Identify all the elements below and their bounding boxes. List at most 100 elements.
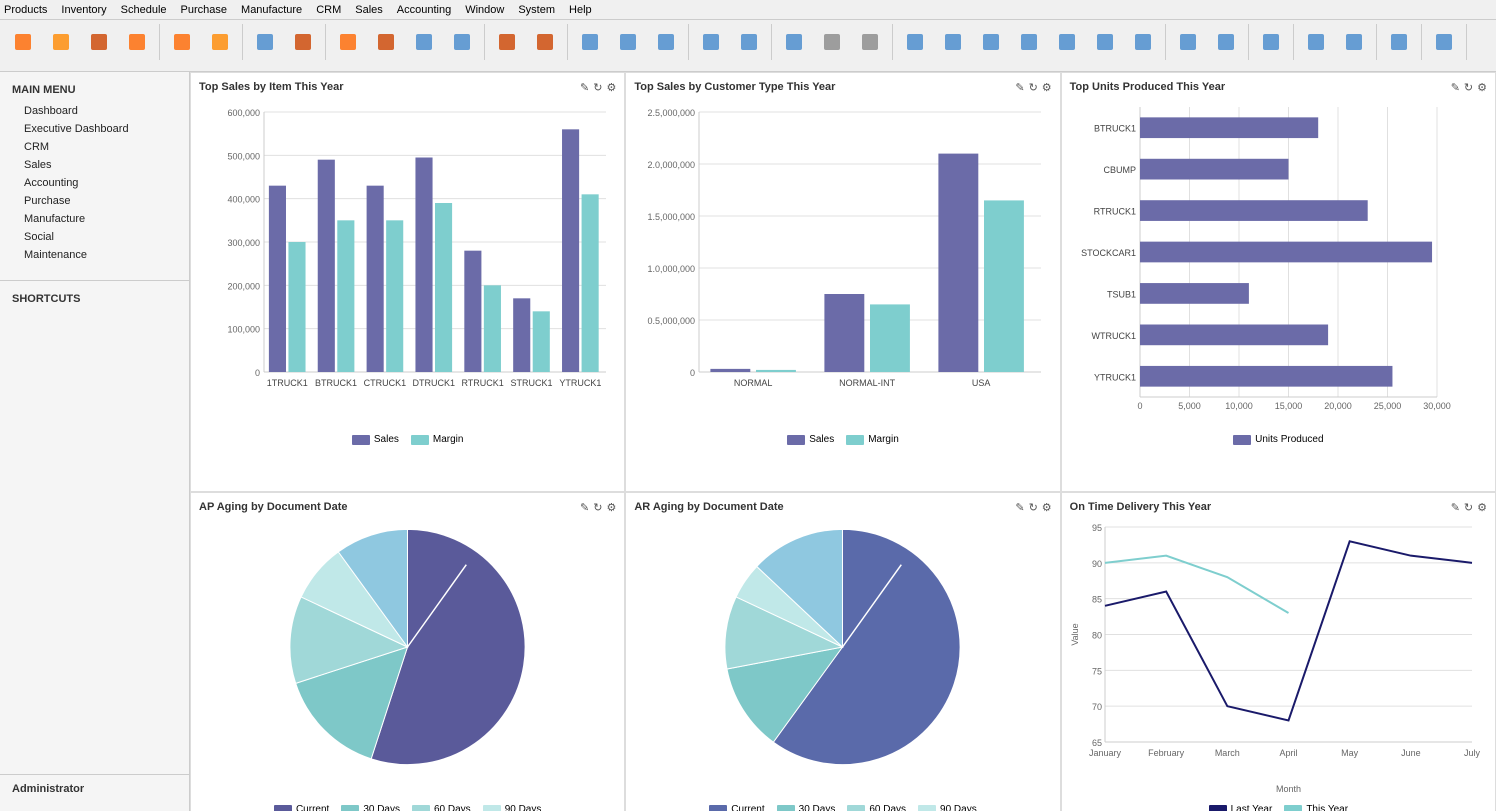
menu-item-accounting[interactable]: Accounting [397, 4, 451, 16]
edit-icon[interactable]: ✎ [580, 81, 589, 94]
refresh-icon[interactable]: ↻ [1464, 501, 1473, 514]
sidebar-item-manufacture[interactable]: Manufacture [0, 210, 189, 228]
toolbar-btn-11-0[interactable] [1298, 24, 1334, 60]
svg-text:500,000: 500,000 [227, 151, 260, 161]
svg-text:STRUCK1: STRUCK1 [510, 378, 552, 388]
refresh-icon[interactable]: ↻ [1029, 81, 1038, 94]
toolbar-btn-10-0[interactable] [1253, 24, 1289, 60]
main-layout: MAIN MENU DashboardExecutive DashboardCR… [0, 72, 1496, 811]
refresh-icon[interactable]: ↻ [1464, 81, 1473, 94]
toolbar-btn-8-5[interactable] [1087, 24, 1123, 60]
toolbar-btn-9-1[interactable] [1208, 24, 1244, 60]
svg-text:600,000: 600,000 [227, 108, 260, 118]
dashboard: Top Sales by Item This Year ✎ ↻ ⚙ 0100,0… [190, 72, 1496, 811]
ar-legend: Current 30 Days 60 Days 90 Days [634, 804, 1051, 811]
menu-item-crm[interactable]: CRM [316, 4, 341, 16]
menu-item-sales[interactable]: Sales [355, 4, 383, 16]
toolbar-btn-0-3[interactable] [119, 24, 155, 60]
refresh-icon[interactable]: ↻ [593, 501, 602, 514]
svg-text:RTRUCK1: RTRUCK1 [1093, 207, 1135, 217]
menu-item-products[interactable]: Products [4, 4, 47, 16]
settings-icon[interactable]: ⚙ [1477, 81, 1487, 94]
toolbar-btn-8-0[interactable] [897, 24, 933, 60]
toolbar-btn-2-0[interactable] [247, 24, 283, 60]
toolbar-btn-0-2[interactable] [81, 24, 117, 60]
shortcuts-section: SHORTCUTS [0, 280, 189, 311]
toolbar-btn-7-0[interactable] [776, 24, 812, 60]
svg-text:20,000: 20,000 [1324, 401, 1352, 411]
toolbar-btn-8-3[interactable] [1011, 24, 1047, 60]
toolbar-btn-5-0[interactable] [572, 24, 608, 60]
refresh-icon[interactable]: ↻ [593, 81, 602, 94]
toolbar-btn-6-0[interactable] [693, 24, 729, 60]
toolbar-btn-8-1[interactable] [935, 24, 971, 60]
legend-margin: Margin [433, 434, 464, 445]
toolbar-btn-12-0[interactable] [1381, 24, 1417, 60]
edit-icon[interactable]: ✎ [1451, 81, 1460, 94]
menu-item-help[interactable]: Help [569, 4, 592, 16]
toolbar-btn-3-3[interactable] [444, 24, 480, 60]
sidebar-item-crm[interactable]: CRM [0, 138, 189, 156]
svg-text:65: 65 [1092, 738, 1102, 748]
settings-icon[interactable]: ⚙ [1042, 81, 1052, 94]
svg-text:DTRUCK1: DTRUCK1 [413, 378, 456, 388]
sidebar-item-sales[interactable]: Sales [0, 156, 189, 174]
sidebar-item-maintenance[interactable]: Maintenance [0, 246, 189, 264]
svg-text:2.0,000,000: 2.0,000,000 [648, 160, 696, 170]
settings-icon[interactable]: ⚙ [606, 81, 616, 94]
svg-text:May: May [1341, 748, 1359, 758]
top-units-icons: ✎ ↻ ⚙ [1451, 81, 1487, 94]
toolbar-btn-1-1[interactable] [202, 24, 238, 60]
toolbar-btn-9-0[interactable] [1170, 24, 1206, 60]
svg-text:95: 95 [1092, 523, 1102, 533]
units-legend: Units Produced [1070, 434, 1487, 445]
edit-icon[interactable]: ✎ [1015, 501, 1024, 514]
edit-icon[interactable]: ✎ [1451, 501, 1460, 514]
edit-icon[interactable]: ✎ [580, 501, 589, 514]
toolbar-btn-3-2[interactable] [406, 24, 442, 60]
edit-icon[interactable]: ✎ [1015, 81, 1024, 94]
toolbar-btn-2-1[interactable] [285, 24, 321, 60]
toolbar-btn-8-4[interactable] [1049, 24, 1085, 60]
svg-text:March: March [1214, 748, 1239, 758]
menu-item-schedule[interactable]: Schedule [121, 4, 167, 16]
toolbar-btn-1-0[interactable] [164, 24, 200, 60]
toolbar-btn-3-0[interactable] [330, 24, 366, 60]
toolbar-btn-8-2[interactable] [973, 24, 1009, 60]
toolbar-btn-6-1[interactable] [731, 24, 767, 60]
toolbar-btn-5-1[interactable] [610, 24, 646, 60]
toolbar-btn-4-1[interactable] [527, 24, 563, 60]
refresh-icon[interactable]: ↻ [1029, 501, 1038, 514]
top-sales-customer-panel: Top Sales by Customer Type This Year ✎ ↻… [625, 72, 1060, 492]
bar-chart-customer: 00.5,000,0001.0,000,0001.5,000,0002.0,00… [634, 97, 1051, 427]
menu-item-window[interactable]: Window [465, 4, 504, 16]
sidebar: MAIN MENU DashboardExecutive DashboardCR… [0, 72, 190, 811]
settings-icon[interactable]: ⚙ [606, 501, 616, 514]
toolbar-btn-11-1[interactable] [1336, 24, 1372, 60]
sidebar-item-dashboard[interactable]: Dashboard [0, 102, 189, 120]
on-time-legend: Last Year This Year [1070, 804, 1487, 811]
toolbar-btn-8-6[interactable] [1125, 24, 1161, 60]
svg-text:Month: Month [1276, 784, 1301, 794]
toolbar-btn-7-2[interactable] [852, 24, 888, 60]
toolbar-btn-4-0[interactable] [489, 24, 525, 60]
menu-item-purchase[interactable]: Purchase [181, 4, 227, 16]
toolbar-btn-0-1[interactable] [43, 24, 79, 60]
menu-item-manufacture[interactable]: Manufacture [241, 4, 302, 16]
toolbar-btn-3-1[interactable] [368, 24, 404, 60]
hbar-chart-units: 05,00010,00015,00020,00025,00030,000BTRU… [1070, 97, 1487, 427]
sidebar-item-social[interactable]: Social [0, 228, 189, 246]
menu-item-inventory[interactable]: Inventory [61, 4, 106, 16]
sidebar-item-accounting[interactable]: Accounting [0, 174, 189, 192]
sidebar-item-purchase[interactable]: Purchase [0, 192, 189, 210]
ap-aging-title: AP Aging by Document Date [199, 501, 616, 513]
svg-text:WTRUCK1: WTRUCK1 [1091, 331, 1136, 341]
toolbar-btn-7-1[interactable] [814, 24, 850, 60]
settings-icon[interactable]: ⚙ [1042, 501, 1052, 514]
toolbar-btn-5-2[interactable] [648, 24, 684, 60]
menu-item-system[interactable]: System [518, 4, 555, 16]
toolbar-btn-0-0[interactable] [5, 24, 41, 60]
toolbar-btn-13-0[interactable] [1426, 24, 1462, 60]
settings-icon[interactable]: ⚙ [1477, 501, 1487, 514]
sidebar-item-executive-dashboard[interactable]: Executive Dashboard [0, 120, 189, 138]
